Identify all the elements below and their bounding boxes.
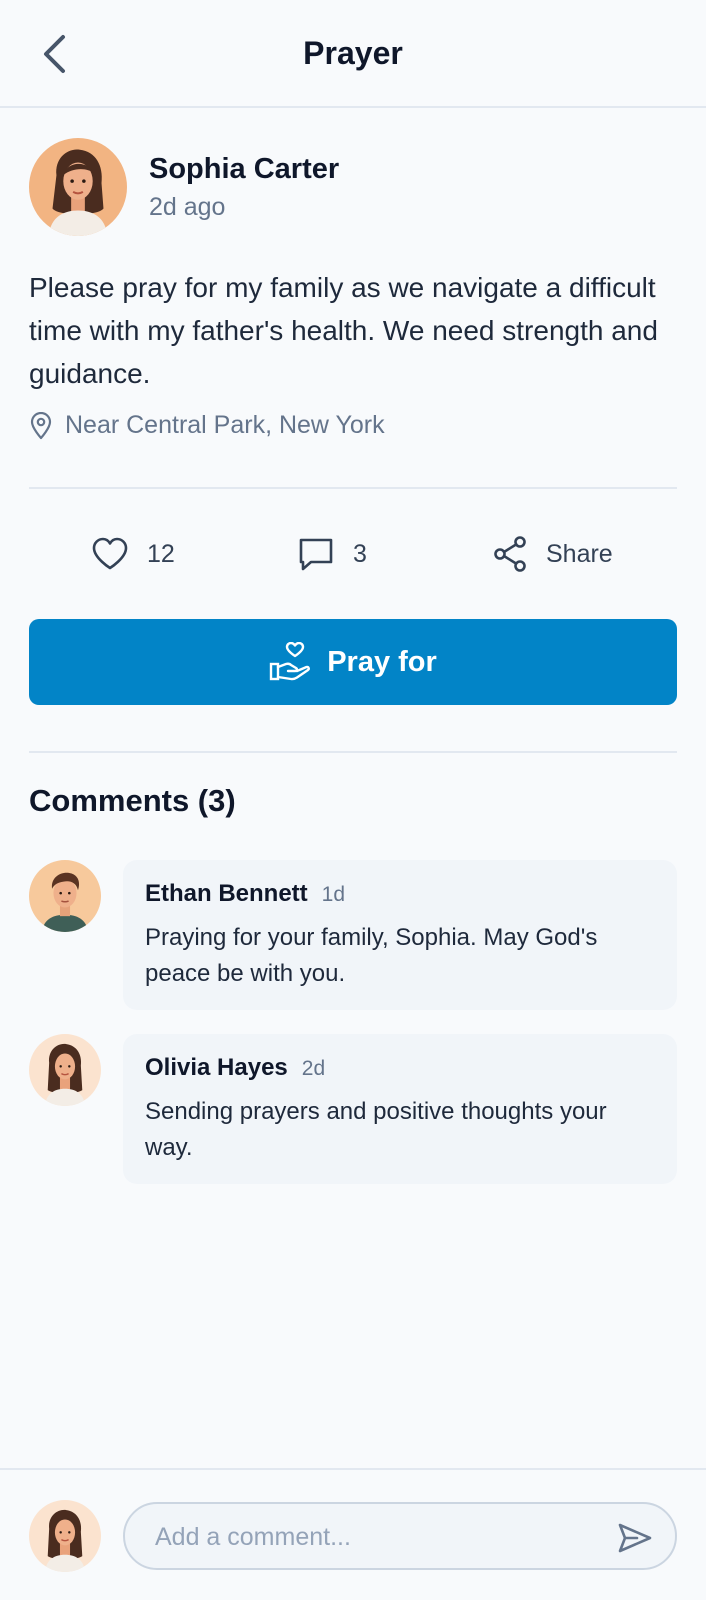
- author-name[interactable]: Sophia Carter: [149, 152, 339, 187]
- comment-icon: [299, 538, 333, 571]
- commenter-name[interactable]: Olivia Hayes: [145, 1054, 288, 1082]
- comment-item: Ethan Bennett 1d Praying for your family…: [29, 860, 677, 1010]
- author-avatar[interactable]: [29, 138, 127, 236]
- comment-text: Praying for your family, Sophia. May God…: [145, 924, 598, 987]
- pray-for-label: Pray for: [327, 645, 437, 678]
- comment-card: Olivia Hayes 2d Sending prayers and posi…: [123, 1034, 677, 1184]
- post-text: Please pray for my family as we navigate…: [29, 272, 658, 389]
- share-icon: [494, 536, 526, 572]
- post-location: Near Central Park, New York: [29, 411, 677, 440]
- comment-button[interactable]: 3: [297, 526, 367, 582]
- comment-card: Ethan Bennett 1d Praying for your family…: [123, 860, 677, 1010]
- share-label: Share: [546, 539, 613, 568]
- comment-count: 3: [353, 539, 367, 568]
- commenter-avatar[interactable]: [29, 860, 101, 932]
- like-button[interactable]: 12: [91, 526, 175, 582]
- current-user-avatar: [29, 1500, 101, 1572]
- comment-header: Ethan Bennett 1d: [145, 880, 655, 908]
- heart-icon: [92, 537, 128, 570]
- send-button[interactable]: [615, 1518, 655, 1558]
- comment-input-container: [123, 1502, 677, 1570]
- comment-time: 1d: [321, 883, 346, 906]
- post-time: 2d ago: [149, 192, 226, 221]
- divider: [29, 487, 677, 489]
- top-bar: Prayer: [0, 0, 706, 108]
- location-text: Near Central Park, New York: [65, 411, 385, 439]
- author-meta: Sophia Carter 2d ago: [149, 152, 339, 222]
- comment-composer: [0, 1468, 706, 1600]
- location-pin-icon: [30, 411, 52, 439]
- commenter-name[interactable]: Ethan Bennett: [145, 880, 308, 908]
- prayer-post: Sophia Carter 2d ago Please pray for my …: [29, 138, 677, 440]
- like-count: 12: [147, 539, 175, 568]
- comment-header: Olivia Hayes 2d: [145, 1054, 655, 1082]
- post-author-row: Sophia Carter 2d ago: [29, 138, 677, 236]
- pray-for-button[interactable]: Pray for: [29, 619, 677, 705]
- back-button[interactable]: [34, 30, 74, 78]
- praying-hand-heart-icon: [269, 642, 311, 681]
- post-actions: 12 3 Share: [29, 526, 677, 582]
- share-button[interactable]: Share: [492, 526, 613, 582]
- chevron-left-icon: [44, 35, 65, 73]
- comment-input[interactable]: [153, 1504, 597, 1570]
- comments-heading: Comments (3): [29, 783, 236, 818]
- commenter-avatar[interactable]: [29, 1034, 101, 1106]
- send-icon: [618, 1523, 652, 1553]
- comment-item: Olivia Hayes 2d Sending prayers and posi…: [29, 1034, 677, 1184]
- divider: [29, 751, 677, 753]
- page-title: Prayer: [303, 34, 403, 71]
- comment-text: Sending prayers and positive thoughts yo…: [145, 1098, 607, 1161]
- comment-time: 2d: [301, 1057, 326, 1080]
